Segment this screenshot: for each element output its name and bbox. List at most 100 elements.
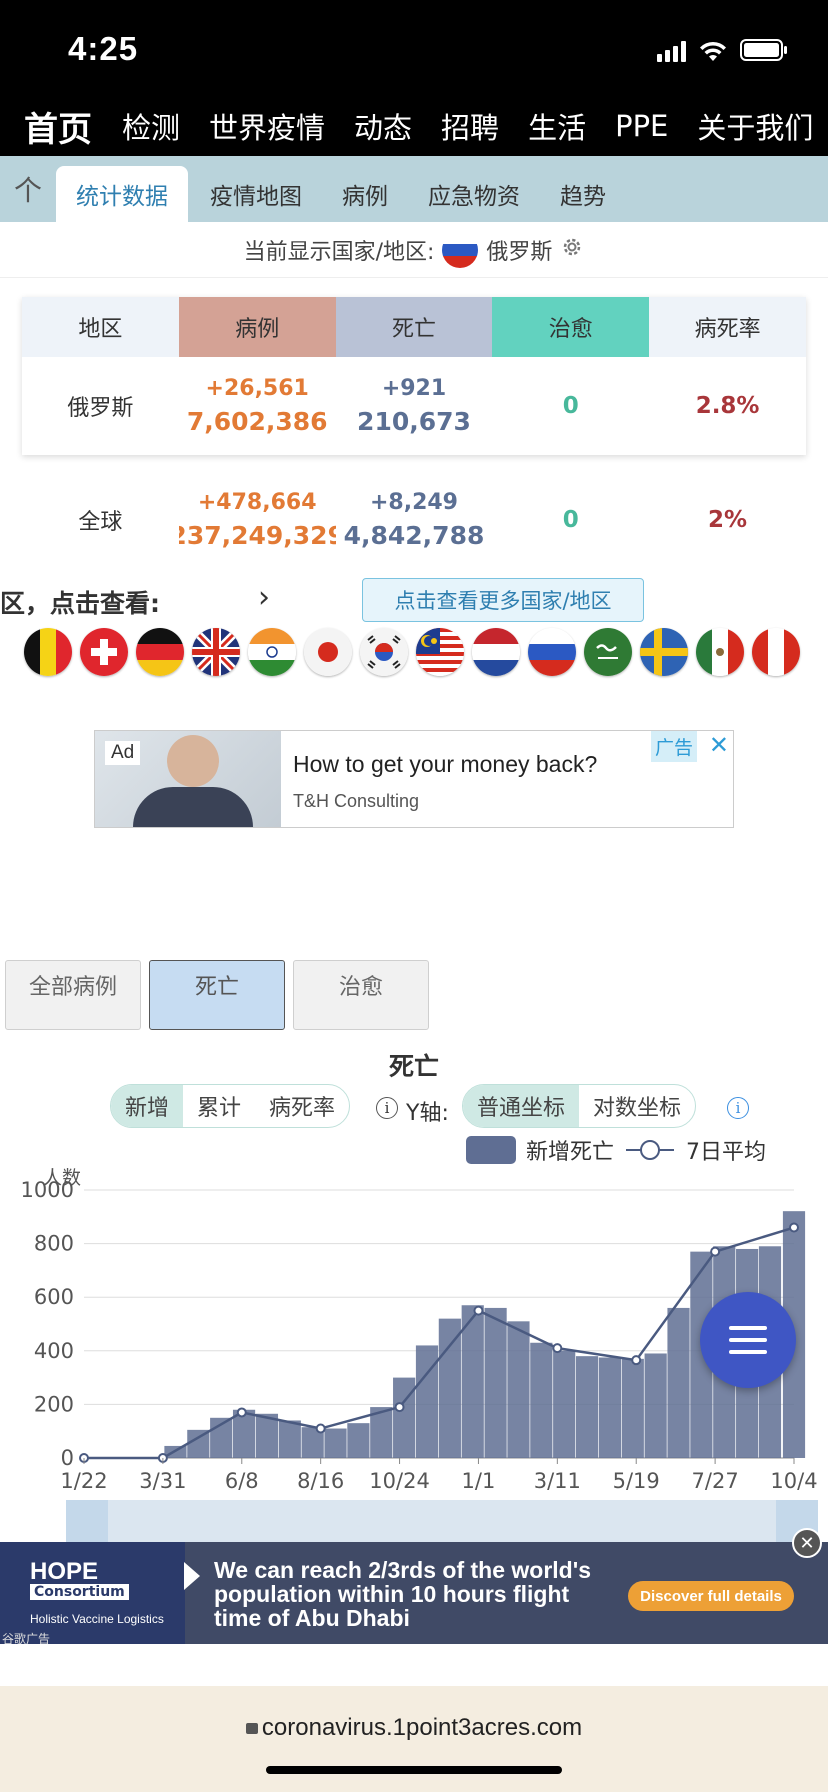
stats-table: 地区 病例 死亡 治愈 病死率 俄罗斯 +26,561 7,602,386 +9… bbox=[22, 297, 806, 455]
tab-cases[interactable]: 病例 bbox=[322, 166, 408, 222]
avg-point bbox=[236, 1407, 247, 1418]
japan-flag-icon[interactable] bbox=[304, 628, 352, 676]
mexico-flag-icon[interactable] bbox=[696, 628, 744, 676]
main-nav: 首页 检测 世界疫情 动态 招聘 生活 PPE 关于我们 bbox=[0, 96, 828, 156]
malaysia-flag-icon[interactable] bbox=[416, 628, 464, 676]
mode-toggle: 新增 累计 病死率 bbox=[110, 1084, 351, 1128]
tab-statistics[interactable]: 统计数据 bbox=[56, 166, 188, 222]
ad-image: Ad bbox=[95, 731, 281, 827]
y-tick-label: 600 bbox=[34, 1285, 74, 1309]
x-tick-label: 3/11 bbox=[534, 1469, 581, 1493]
more-regions-button[interactable]: 点击查看更多国家/地区 bbox=[362, 578, 644, 622]
status-bar: 4:25 bbox=[0, 0, 828, 96]
recovered-value: 0 bbox=[562, 507, 579, 533]
all-cases-button[interactable]: 全部病例 bbox=[5, 960, 141, 1030]
avg-point bbox=[394, 1402, 405, 1413]
header-fatality[interactable]: 病死率 bbox=[649, 297, 806, 357]
scale-log-button[interactable]: 对数坐标 bbox=[579, 1085, 695, 1127]
recovered-value: 0 bbox=[562, 393, 579, 419]
home-indicator[interactable] bbox=[266, 1766, 562, 1774]
info-icon[interactable]: i bbox=[376, 1097, 398, 1119]
menu-fab-button[interactable] bbox=[700, 1292, 796, 1388]
tab-map[interactable]: 疫情地图 bbox=[190, 166, 322, 222]
mode-cumulative-button[interactable]: 累计 bbox=[183, 1085, 255, 1127]
current-region-line: 当前显示国家/地区: 俄罗斯 bbox=[0, 222, 828, 278]
back-to-top-button[interactable]: 个 bbox=[0, 156, 56, 222]
banner-logo-panel: HOPE Consortium Holistic Vaccine Logisti… bbox=[0, 1542, 185, 1644]
banner-subtitle: Holistic Vaccine Logistics bbox=[30, 1612, 164, 1626]
legend-line-icon bbox=[626, 1140, 675, 1160]
zoom-slider[interactable] bbox=[66, 1500, 818, 1542]
nav-about[interactable]: 关于我们 bbox=[697, 105, 813, 147]
table-row[interactable]: 俄罗斯 +26,561 7,602,386 +921 210,673 0 2.8… bbox=[22, 357, 806, 455]
url-text: coronavirus.1point3acres.com bbox=[261, 1714, 583, 1741]
avg-point bbox=[552, 1343, 563, 1354]
header-deaths[interactable]: 死亡 bbox=[335, 297, 493, 357]
settings-gear-icon[interactable] bbox=[560, 235, 584, 265]
play-icon bbox=[184, 1562, 200, 1590]
death-bar bbox=[598, 1357, 622, 1458]
india-flag-icon[interactable] bbox=[248, 628, 296, 676]
y-tick-label: 0 bbox=[61, 1446, 74, 1470]
tab-trends[interactable]: 趋势 bbox=[540, 166, 626, 222]
nav-world[interactable]: 世界疫情 bbox=[209, 105, 325, 147]
header-region[interactable]: 地区 bbox=[22, 297, 179, 357]
display-ad[interactable]: Ad How to get your money back? T&H Consu… bbox=[94, 730, 734, 828]
germany-flag-icon[interactable] bbox=[136, 628, 184, 676]
nav-home[interactable]: 首页 bbox=[24, 102, 92, 151]
banner-text[interactable]: We can reach 2/3rds of the world's popul… bbox=[214, 1558, 614, 1630]
nav-ppe[interactable]: PPE bbox=[615, 109, 668, 143]
header-cases[interactable]: 病例 bbox=[178, 297, 336, 357]
death-bar bbox=[667, 1307, 690, 1458]
lock-icon bbox=[245, 1723, 258, 1734]
info-icon[interactable]: i bbox=[727, 1097, 749, 1119]
country-flags bbox=[24, 628, 800, 676]
ad-badge[interactable]: 广告 bbox=[650, 731, 697, 762]
scale-linear-button[interactable]: 普通坐标 bbox=[463, 1085, 580, 1127]
x-tick-label: 8/16 bbox=[297, 1469, 344, 1493]
banner-ad[interactable]: HOPE Consortium Holistic Vaccine Logisti… bbox=[0, 1542, 828, 1644]
nav-jobs[interactable]: 招聘 bbox=[441, 105, 499, 147]
netherlands-flag-icon[interactable] bbox=[472, 628, 520, 676]
deaths-button[interactable]: 死亡 bbox=[149, 960, 285, 1030]
sweden-flag-icon[interactable] bbox=[640, 628, 688, 676]
avg-point bbox=[710, 1246, 721, 1257]
switzerland-flag-icon[interactable] bbox=[80, 628, 128, 676]
deaths-new: +921 bbox=[381, 376, 447, 401]
chevron-right-icon[interactable]: › bbox=[258, 580, 270, 615]
ad-title[interactable]: How to get your money back? bbox=[293, 751, 597, 778]
y-tick-label: 400 bbox=[34, 1339, 74, 1363]
scale-toggle: 普通坐标 对数坐标 bbox=[462, 1084, 697, 1128]
uk-flag-icon[interactable] bbox=[192, 628, 240, 676]
slider-handle-left[interactable] bbox=[66, 1500, 108, 1542]
nav-testing[interactable]: 检测 bbox=[122, 105, 180, 147]
saudi-arabia-flag-icon[interactable] bbox=[584, 628, 632, 676]
mode-new-button[interactable]: 新增 bbox=[111, 1085, 184, 1127]
header-recovered[interactable]: 治愈 bbox=[492, 297, 650, 357]
recovered-button[interactable]: 治愈 bbox=[293, 960, 429, 1030]
ad-label: Ad bbox=[105, 741, 141, 765]
url-bar[interactable]: coronavirus.1point3acres.com bbox=[0, 1714, 828, 1742]
banner-cta-button[interactable]: Discover full details bbox=[628, 1581, 794, 1611]
russia-flag-icon[interactable] bbox=[528, 628, 576, 676]
belgium-flag-icon[interactable] bbox=[24, 628, 72, 676]
death-bar bbox=[621, 1358, 644, 1458]
nav-news[interactable]: 动态 bbox=[354, 105, 412, 147]
y-tick-label: 800 bbox=[34, 1232, 74, 1256]
peru-flag-icon[interactable] bbox=[752, 628, 800, 676]
x-tick-label: 5/19 bbox=[613, 1469, 660, 1493]
tab-supplies[interactable]: 应急物资 bbox=[408, 166, 540, 222]
banner-ad-tag: 谷歌广告 bbox=[2, 1632, 51, 1644]
table-row-global[interactable]: 全球 +478,664 237,249,329 +8,249 4,842,788… bbox=[22, 470, 806, 570]
status-time: 4:25 bbox=[68, 30, 139, 67]
close-icon[interactable]: ✕ bbox=[709, 731, 729, 759]
nav-life[interactable]: 生活 bbox=[528, 105, 586, 147]
banner-brand: HOPE bbox=[30, 1558, 99, 1585]
south-korea-flag-icon[interactable] bbox=[360, 628, 408, 676]
cases-new: +26,561 bbox=[205, 376, 309, 401]
close-icon[interactable]: ✕ bbox=[792, 1528, 822, 1558]
avg-point bbox=[473, 1305, 484, 1316]
x-tick-label: 1/22 bbox=[60, 1469, 107, 1493]
mode-fatality-button[interactable]: 病死率 bbox=[255, 1085, 349, 1127]
region-prefix: 当前显示国家/地区: bbox=[243, 239, 435, 265]
